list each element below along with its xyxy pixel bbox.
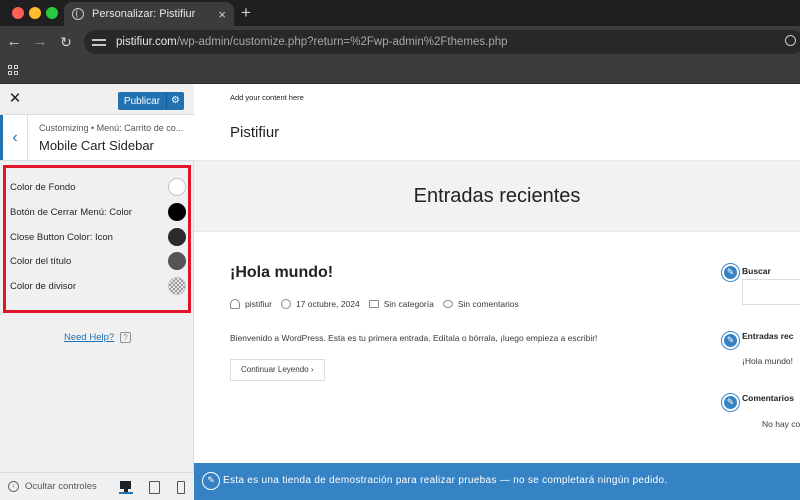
breadcrumb: Customizing • Menú: Carrito de co... <box>39 123 184 133</box>
widget-recent-item[interactable]: ¡Hola mundo! <box>742 356 793 366</box>
edit-widget-pencil-icon[interactable]: ✎ <box>722 394 739 411</box>
address-bar[interactable]: pistifiur.com/wp-admin/customize.php?ret… <box>84 30 800 54</box>
publish-label[interactable]: Publicar <box>118 96 166 107</box>
post-date[interactable]: 17 octubre, 2024 <box>296 299 360 309</box>
post-title[interactable]: ¡Hola mundo! <box>230 264 333 282</box>
desktop-preview-icon[interactable] <box>119 480 133 494</box>
forward-button[interactable]: → <box>30 32 50 52</box>
control-label: Color del título <box>10 255 72 267</box>
color-swatch[interactable] <box>168 228 186 246</box>
control-label: Close Button Color: Icon <box>10 231 113 243</box>
post-category[interactable]: Sin categoría <box>384 299 434 309</box>
control-divider-color: Color de divisor <box>10 276 186 296</box>
hero-title: Entradas recientes <box>413 185 581 207</box>
url-path: /wp-admin/customize.php?return=%2Fwp-adm… <box>176 36 508 48</box>
back-chevron-icon[interactable]: ‹ <box>0 115 28 160</box>
color-controls-highlight: Color de Fondo Botón de Cerrar Menú: Col… <box>3 165 191 313</box>
mobile-preview-icon[interactable] <box>173 480 187 494</box>
header-notice: Add your content here <box>230 93 304 102</box>
globe-icon <box>72 8 84 20</box>
section-header: ‹ Customizing • Menú: Carrito de co... M… <box>0 115 194 161</box>
control-close-button-color: Botón de Cerrar Menú: Color <box>10 202 186 222</box>
widget-comments-text: No hay co <box>762 419 800 429</box>
url-text[interactable]: pistifiur.com/wp-admin/customize.php?ret… <box>116 36 508 48</box>
author-icon <box>230 299 240 309</box>
need-help-link[interactable]: Need Help? <box>64 332 114 343</box>
control-label: Color de divisor <box>10 280 76 292</box>
tab-close-icon[interactable]: × <box>218 8 226 21</box>
window-minimize-button[interactable] <box>29 7 41 19</box>
back-button[interactable]: ← <box>4 32 24 52</box>
tab-title: Personalizar: Pistifiur <box>92 8 196 20</box>
customizer-header: ✕ Publicar ⚙ <box>0 84 194 115</box>
pencil-icon[interactable]: ✎ <box>202 472 220 490</box>
close-customizer-icon[interactable]: ✕ <box>6 90 24 108</box>
post-author[interactable]: pistifiur <box>245 299 272 309</box>
color-swatch[interactable] <box>168 203 186 221</box>
customizer-sidebar: ✕ Publicar ⚙ ‹ Customizing • Menú: Carri… <box>0 84 194 500</box>
color-swatch[interactable] <box>168 178 186 196</box>
site-title[interactable]: Pistifiur <box>230 124 279 141</box>
comment-icon <box>442 300 453 308</box>
site-info-icon[interactable] <box>92 36 106 48</box>
folder-icon <box>368 300 379 308</box>
control-label: Color de Fondo <box>10 181 76 193</box>
browser-tab[interactable]: Personalizar: Pistifiur × <box>64 2 234 26</box>
color-swatch-transparent[interactable] <box>168 277 186 295</box>
demo-store-notice: Esta es una tienda de demostración para … <box>223 475 668 486</box>
clock-icon <box>280 299 291 309</box>
help-icon[interactable]: ? <box>120 332 131 343</box>
widget-comments-title: Comentarios <box>742 393 794 403</box>
post-meta: pistifiur 17 octubre, 2024 Sin categoría… <box>230 299 528 309</box>
widget-search-title: Buscar <box>742 266 771 276</box>
customizer-footer: ‹ Ocultar controles <box>0 472 194 500</box>
browser-toolbar: ← → ↻ pistifiur.com/wp-admin/customize.p… <box>0 26 800 58</box>
publish-settings-gear-icon[interactable]: ⚙ <box>166 92 184 110</box>
widget-search-input[interactable] <box>742 279 800 305</box>
url-host: pistifiur.com <box>116 36 177 48</box>
apps-grid-icon[interactable] <box>8 65 18 75</box>
control-title-color: Color del título <box>10 251 186 271</box>
browser-titlebar: Personalizar: Pistifiur × + <box>0 0 800 26</box>
zoom-icon[interactable] <box>785 35 796 46</box>
publish-button[interactable]: Publicar ⚙ <box>118 92 184 110</box>
post-excerpt: Bienvenido a WordPress. Esta es tu prime… <box>230 333 598 343</box>
tablet-preview-icon[interactable] <box>147 480 161 494</box>
site-preview: Add your content here Pistifiur Entradas… <box>194 84 800 500</box>
read-more-button[interactable]: Continuar Leyendo › <box>230 359 325 381</box>
window-close-button[interactable] <box>12 7 24 19</box>
color-swatch[interactable] <box>168 252 186 270</box>
post-comments[interactable]: Sin comentarios <box>458 299 519 309</box>
control-label: Botón de Cerrar Menú: Color <box>10 206 132 218</box>
section-title: Mobile Cart Sidebar <box>39 138 154 153</box>
new-tab-button[interactable]: + <box>241 3 251 23</box>
hide-controls-button[interactable]: Ocultar controles <box>25 481 97 492</box>
widget-recent-title: Entradas rec <box>742 331 794 341</box>
reload-button[interactable]: ↻ <box>56 32 76 52</box>
bookmarks-bar <box>0 58 800 84</box>
control-background-color: Color de Fondo <box>10 177 186 197</box>
hide-controls-icon[interactable]: ‹ <box>8 481 19 492</box>
control-close-icon-color: Close Button Color: Icon <box>10 227 186 247</box>
demo-store-banner: ✎ Esta es una tienda de demostración par… <box>194 463 800 500</box>
edit-widget-pencil-icon[interactable]: ✎ <box>722 332 739 349</box>
page-hero: Entradas recientes <box>194 160 800 232</box>
window-zoom-button[interactable] <box>46 7 58 19</box>
edit-widget-pencil-icon[interactable]: ✎ <box>722 264 739 281</box>
